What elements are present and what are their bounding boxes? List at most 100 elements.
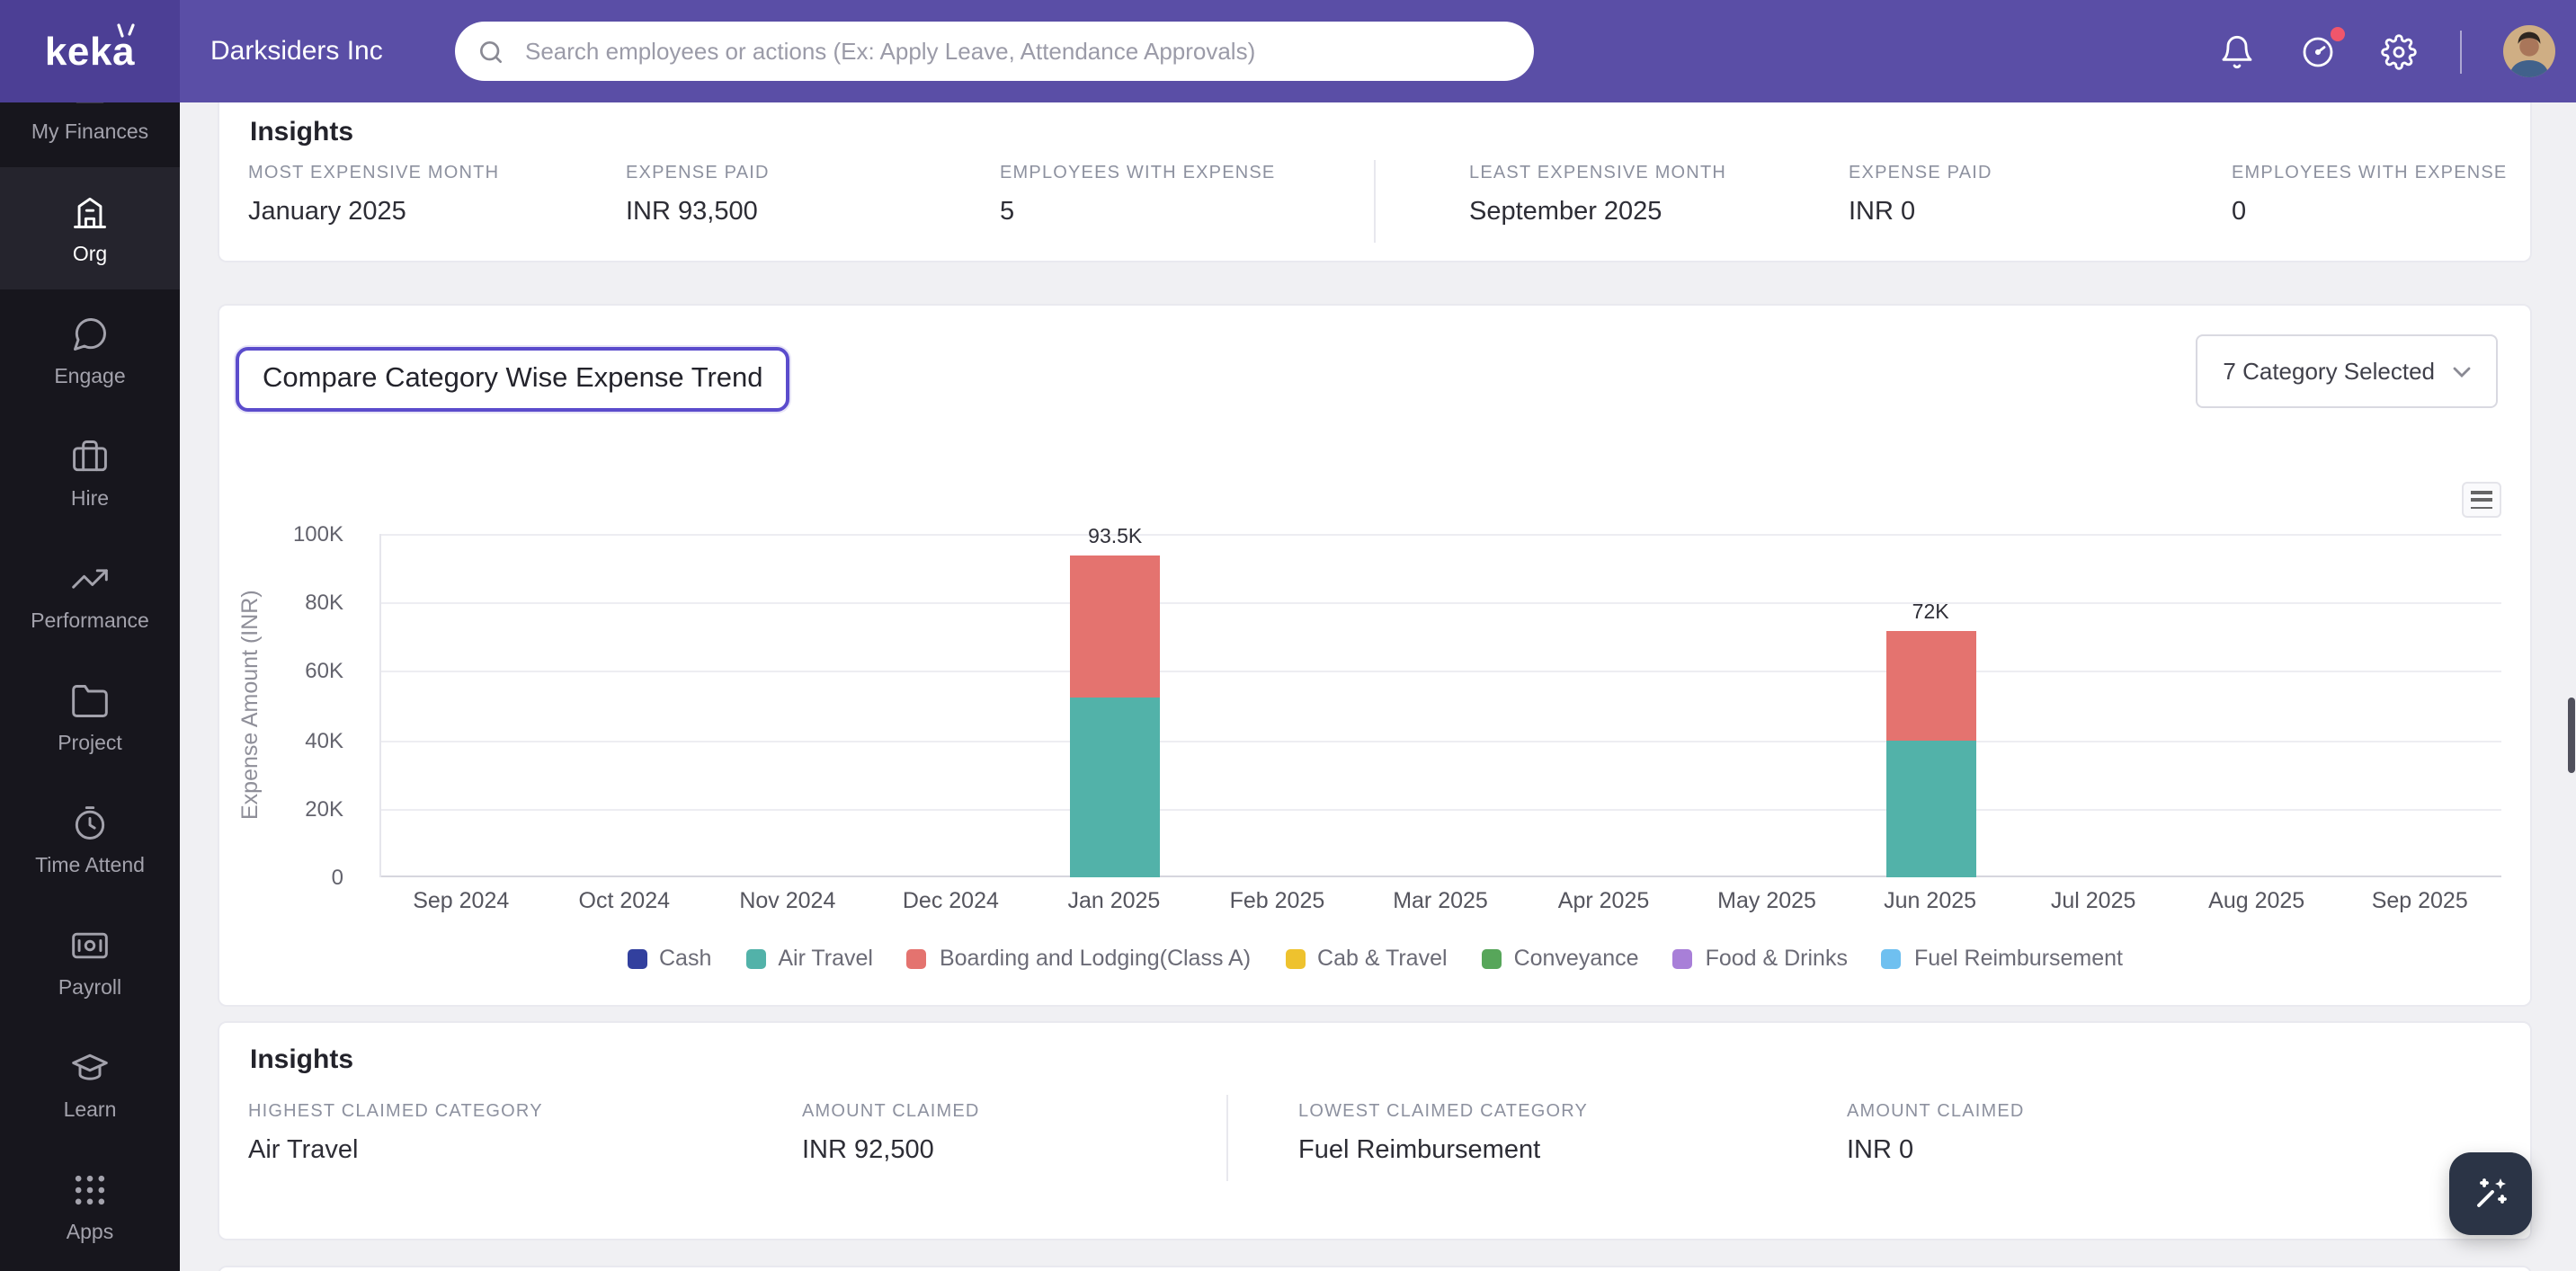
x-tick-label: Apr 2025 [1557,888,1650,913]
avatar-image [2502,25,2554,77]
gridline [381,740,2501,742]
y-tick-label: 0 [331,865,343,890]
x-tick-label: Sep 2025 [2371,888,2468,913]
apps-grid-icon [70,1169,110,1209]
sidebar-item-payroll[interactable]: Payroll [0,901,180,1023]
legend-item-air-travel[interactable]: Air Travel [745,946,873,971]
sidebar-item-performance[interactable]: Performance [0,534,180,656]
folder-icon [70,680,110,720]
sidebar-item-my-finances[interactable]: My Finances [0,102,180,167]
stat-employees-with-expense: EMPLOYEES WITH EXPENSE 5 [1000,164,1276,227]
sidebar-item-engage[interactable]: Engage [0,289,180,412]
stacked-bar-jan-2025[interactable]: 93.5K [1070,528,1161,877]
legend-swatch [745,948,766,968]
y-tick-label: 100K [292,521,343,547]
search-input[interactable] [521,36,1512,67]
category-selector-dropdown[interactable]: 7 Category Selected [2196,334,2498,408]
ai-assistant-fab[interactable] [2449,1152,2532,1235]
search-icon [480,40,502,62]
settings-button[interactable] [2378,31,2418,71]
y-tick-label: 80K [305,590,343,616]
keka-logo[interactable]: keka [0,0,180,102]
insights-title: Insights [250,1044,354,1075]
gridline [381,534,2501,536]
y-tick-label: 20K [305,795,343,822]
insights-bottom-card: Insights HIGHEST CLAIMED CATEGORY Air Tr… [218,1021,2532,1240]
next-card-partial [218,1266,2532,1271]
sidebar-item-label: Project [58,733,122,754]
stats-divider [1374,160,1376,243]
sidebar-item-apps[interactable]: Apps [0,1145,180,1267]
sidebar-item-label: Payroll [58,977,122,999]
company-name: Darksiders Inc [210,36,383,67]
credit-card-icon [70,925,110,964]
sidebar-item-learn[interactable]: Learn [0,1023,180,1145]
graduation-cap-icon [70,1047,110,1087]
x-tick-label: Aug 2025 [2208,888,2305,913]
sidebar-item-org[interactable]: Org [0,167,180,289]
sidebar-item-hire[interactable]: Hire [0,412,180,534]
sidebar: My Finances Org Engage Hire Performance … [0,102,180,1271]
notifications-button[interactable] [2216,31,2256,71]
stat-highest-claimed-category: HIGHEST CLAIMED CATEGORY Air Travel [248,1102,543,1165]
legend-label: Fuel Reimbursement [1913,946,2123,971]
legend-label: Cash [659,946,712,971]
chart-card-title[interactable]: Compare Category Wise Expense Trend [236,347,790,412]
x-tick-label: Oct 2024 [578,888,671,913]
sidebar-item-time-attend[interactable]: Time Attend [0,778,180,901]
sidebar-item-label: Hire [70,488,110,510]
insights-title: Insights [250,117,354,147]
y-tick-label: 60K [305,658,343,684]
search-bar[interactable] [455,22,1534,81]
topbar-actions [2216,0,2554,102]
legend-item-food-drinks[interactable]: Food & Drinks [1672,946,1848,971]
category-selector-label: 7 Category Selected [2223,358,2435,385]
x-tick-label: May 2025 [1717,888,1816,913]
legend-label: Air Travel [778,946,873,971]
bell-icon [2221,34,2251,68]
sidebar-item-label: Engage [54,366,126,387]
legend-label: Cab & Travel [1317,946,1448,971]
stat-lowest-claimed-category: LOWEST CLAIMED CATEGORY Fuel Reimburseme… [1298,1102,1589,1165]
bar-segment[interactable] [1885,740,1976,877]
sidebar-item-project[interactable]: Project [0,656,180,778]
x-tick-label: Sep 2024 [413,888,510,913]
stat-amount-claimed-highest: AMOUNT CLAIMED INR 92,500 [802,1102,980,1165]
sidebar-item-label: Time Attend [35,855,145,876]
legend-item-boarding-and-lodging-class-a-[interactable]: Boarding and Lodging(Class A) [906,946,1252,971]
legend-item-conveyance[interactable]: Conveyance [1481,946,1639,971]
x-tick-label: Feb 2025 [1229,888,1325,913]
wallet-icon [70,102,110,109]
bar-segment[interactable] [1070,697,1161,877]
building-icon [70,191,110,231]
gauge-icon [2302,36,2332,67]
legend-item-cab-travel[interactable]: Cab & Travel [1285,946,1448,971]
trending-up-icon [70,558,110,598]
logo-spark-icon [117,23,135,38]
insights-top-card: Insights MOST EXPENSIVE MONTH January 20… [218,102,2532,262]
legend-item-cash[interactable]: Cash [627,946,711,971]
x-tick-label: Dec 2024 [902,888,999,913]
legend-item-fuel-reimbursement[interactable]: Fuel Reimbursement [1881,946,2123,971]
user-avatar[interactable] [2502,25,2554,77]
gridline [381,875,2501,877]
x-tick-label: Jun 2025 [1884,888,1977,913]
whats-new-button[interactable] [2297,26,2344,71]
page-scrollbar-thumb[interactable] [2567,698,2574,773]
bar-segment[interactable] [1885,630,1976,741]
stacked-bar-jun-2025[interactable]: 72K [1885,601,1976,877]
expense-trend-card: Compare Category Wise Expense Trend 7 Ca… [218,304,2532,1007]
legend-swatch [1481,948,1502,968]
sidebar-item-label: Learn [63,1099,117,1121]
legend-swatch [627,948,646,968]
magic-wand-icon [2477,1178,2507,1207]
sidebar-item-label: Org [72,244,108,265]
legend-label: Boarding and Lodging(Class A) [939,946,1252,971]
x-tick-label: Nov 2024 [739,888,836,913]
gridline [381,808,2501,811]
chart-plot: 93.5K 72K [379,528,2501,877]
stat-least-expensive-month: LEAST EXPENSIVE MONTH September 2025 [1469,164,1727,227]
chart-context-menu-button[interactable] [2462,482,2501,518]
stat-expense-paid-least: EXPENSE PAID INR 0 [1849,164,1992,227]
bar-segment[interactable] [1070,556,1161,698]
